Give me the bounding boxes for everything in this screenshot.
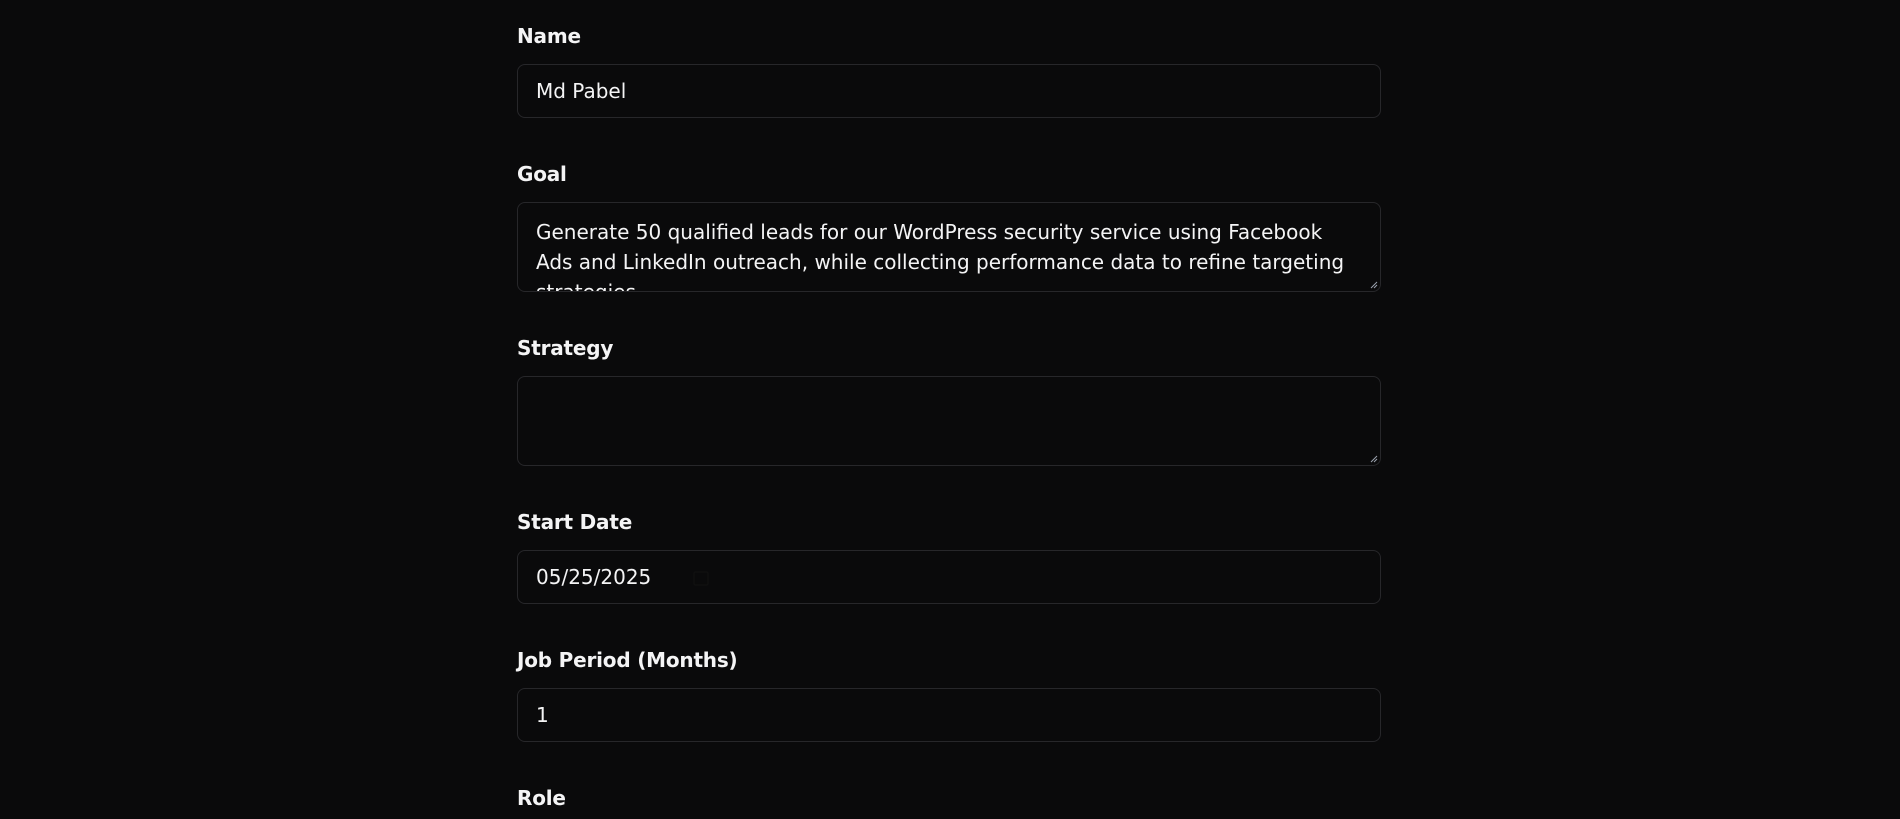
resize-handle-icon[interactable] [1368, 453, 1378, 463]
name-label: Name [517, 24, 581, 48]
start-date-label: Start Date [517, 510, 633, 534]
calendar-icon[interactable] [693, 570, 709, 586]
name-input[interactable]: Md Pabel [517, 64, 1381, 118]
start-date-input[interactable]: 05/25/2025 [517, 550, 1381, 604]
name-field: Name Md Pabel [517, 24, 1381, 118]
start-date-field: Start Date 05/25/2025 [517, 510, 1381, 604]
job-period-input[interactable]: 1 [517, 688, 1381, 742]
job-period-value: 1 [536, 703, 549, 727]
strategy-label: Strategy [517, 336, 614, 360]
goal-field: Goal Generate 50 qualified leads for our… [517, 162, 1381, 292]
goal-textarea-value: Generate 50 qualified leads for our Word… [536, 220, 1345, 292]
job-period-label: Job Period (Months) [517, 648, 738, 672]
strategy-field: Strategy [517, 336, 1381, 466]
strategy-textarea[interactable] [517, 376, 1381, 466]
goal-textarea[interactable]: Generate 50 qualified leads for our Word… [517, 202, 1381, 292]
name-input-value: Md Pabel [536, 79, 627, 103]
resize-handle-icon[interactable] [1368, 279, 1378, 289]
job-period-field: Job Period (Months) 1 [517, 648, 1381, 742]
role-field: Role [517, 786, 566, 810]
start-date-value: 05/25/2025 [536, 565, 652, 589]
goal-label: Goal [517, 162, 567, 186]
role-label: Role [517, 786, 566, 810]
